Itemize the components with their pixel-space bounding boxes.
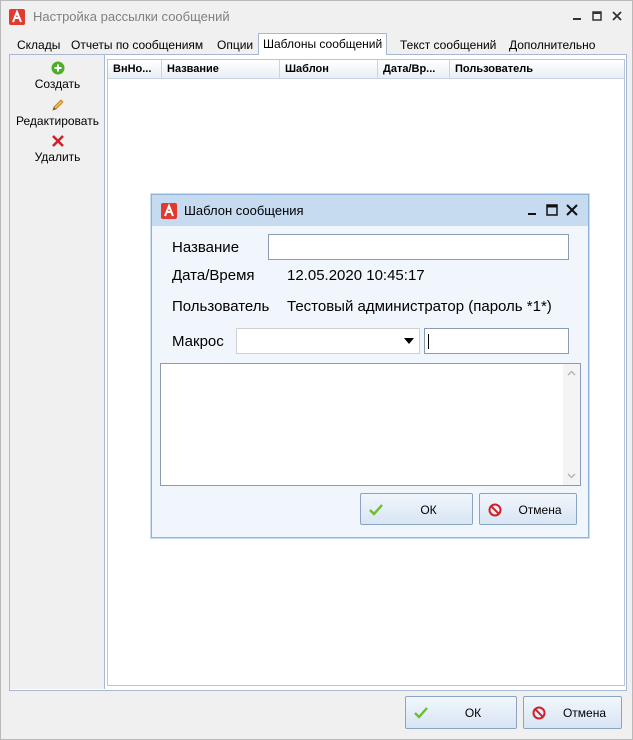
dialog-cancel-icon (487, 502, 503, 518)
dialog-title: Шаблон сообщения (184, 203, 304, 218)
checkmark-icon (413, 705, 429, 721)
tab-reports[interactable]: Отчеты по сообщениям (67, 36, 207, 55)
col-header-id[interactable]: ВнНо... (108, 60, 162, 79)
minimize-icon[interactable] (568, 7, 586, 25)
user-value: Тестовый администратор (пароль *1*) (287, 298, 552, 315)
col-header-user[interactable]: Пользователь (450, 60, 624, 79)
create-button[interactable]: Создать (10, 61, 105, 91)
toolbar-pane: Создать Редактировать Удалить (10, 55, 105, 689)
window-title: Настройка рассылки сообщений (33, 9, 230, 24)
dialog-title-bar: Шаблон сообщения (152, 195, 588, 226)
col-header-name[interactable]: Название (162, 60, 280, 79)
cancel-button[interactable]: Отмена (523, 696, 622, 729)
add-icon (51, 61, 65, 75)
dialog-maximize-icon[interactable] (544, 202, 560, 218)
app-logo-icon (9, 9, 25, 25)
dialog-ok-button[interactable]: ОК (360, 493, 473, 525)
col-header-template[interactable]: Шаблон (280, 60, 378, 79)
scroll-down-icon[interactable] (567, 473, 576, 479)
ok-button[interactable]: ОК (405, 696, 517, 729)
scroll-up-icon[interactable] (567, 370, 576, 376)
name-label: Название (172, 239, 240, 256)
cancel-label: Отмена (562, 706, 607, 720)
user-label: Пользователь (172, 298, 270, 315)
title-bar: Настройка рассылки сообщений (1, 1, 632, 33)
name-input[interactable] (268, 234, 569, 260)
maximize-icon[interactable] (588, 7, 606, 25)
dialog-ok-label: ОК (420, 503, 437, 517)
macro-label: Макрос (172, 333, 224, 350)
grid-header: ВнНо... Название Шаблон Дата/Вр... Польз… (108, 60, 624, 79)
tab-options[interactable]: Опции (213, 36, 257, 55)
dialog-logo-icon (161, 203, 177, 219)
create-label: Создать (34, 77, 81, 91)
macro-text-input[interactable] (424, 328, 569, 354)
message-body-textarea[interactable] (160, 363, 581, 486)
ok-label: ОК (464, 706, 482, 720)
text-caret (428, 334, 429, 349)
dialog-cancel-label: Отмена (518, 503, 562, 517)
cancel-icon (531, 705, 547, 721)
tab-sklady[interactable]: Склады (13, 36, 64, 55)
template-dialog: Шаблон сообщения Название Дата/Время 12.… (151, 194, 589, 538)
macro-select[interactable] (236, 328, 420, 354)
dialog-minimize-icon[interactable] (524, 202, 540, 218)
tab-additional[interactable]: Дополнительно (505, 36, 599, 55)
dialog-checkmark-icon (368, 502, 384, 518)
delete-label: Удалить (34, 150, 81, 164)
dialog-close-icon[interactable] (564, 202, 580, 218)
delete-x-icon (51, 134, 65, 148)
tab-message-text[interactable]: Текст сообщений (396, 36, 500, 55)
tab-templates[interactable]: Шаблоны сообщений (258, 33, 388, 56)
datetime-label: Дата/Время (172, 267, 255, 284)
close-icon[interactable] (608, 7, 626, 25)
edit-button[interactable]: Редактировать (10, 98, 105, 128)
edit-label: Редактировать (16, 114, 99, 128)
tab-strip: Склады Отчеты по сообщениям Опции Шаблон… (9, 33, 627, 56)
delete-button[interactable]: Удалить (10, 134, 105, 164)
col-header-datetime[interactable]: Дата/Вр... (378, 60, 450, 79)
dialog-cancel-button[interactable]: Отмена (479, 493, 577, 525)
memo-scrollbar[interactable] (563, 364, 580, 485)
chevron-down-icon (404, 338, 414, 344)
pencil-icon (51, 98, 65, 112)
datetime-value: 12.05.2020 10:45:17 (287, 267, 425, 284)
